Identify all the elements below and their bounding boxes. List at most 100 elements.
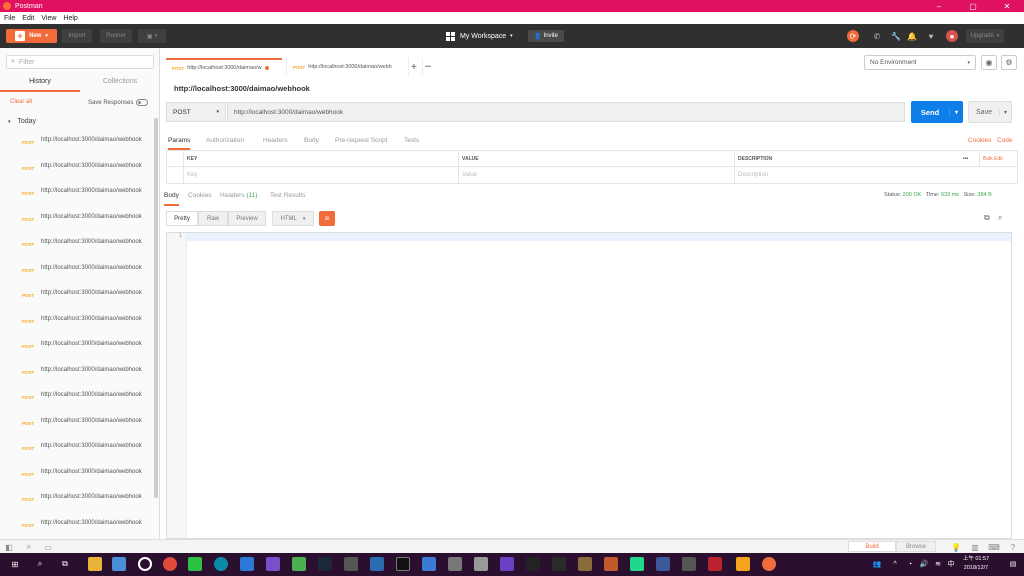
- search-icon[interactable]: ⌕: [24, 542, 34, 552]
- app-icon[interactable]: [552, 557, 566, 571]
- runner-button[interactable]: Runner: [100, 29, 132, 43]
- app-icon[interactable]: [240, 557, 254, 571]
- tray-arrow-icon[interactable]: ^: [888, 557, 902, 571]
- history-item[interactable]: POST http://localhost:3000/daimao/webhook: [0, 158, 153, 184]
- eye-icon[interactable]: ◉: [981, 55, 997, 70]
- menu-edit[interactable]: Edit: [22, 15, 34, 22]
- method-select[interactable]: POST ▾: [166, 102, 226, 122]
- windows-start-icon[interactable]: ⊞: [8, 557, 22, 571]
- heart-icon[interactable]: ♥: [925, 30, 937, 42]
- visual-studio-icon[interactable]: [266, 557, 280, 571]
- app-icon[interactable]: [112, 557, 126, 571]
- minimize-button[interactable]: –: [924, 0, 954, 12]
- terminal-icon[interactable]: [396, 557, 410, 571]
- request-tab[interactable]: POST http://localhost:3000/daimao/webh: [286, 58, 410, 76]
- search-icon[interactable]: ⌕: [33, 557, 47, 571]
- description-input[interactable]: Description: [734, 167, 1017, 184]
- view-pretty-button[interactable]: Pretty: [166, 211, 198, 226]
- tab-body[interactable]: Body: [304, 137, 319, 144]
- history-item[interactable]: POST http://localhost:3000/daimao/webhook: [0, 413, 153, 439]
- wifi-icon[interactable]: ≋: [931, 557, 945, 571]
- ime-icon[interactable]: 中: [944, 557, 958, 571]
- toggle-switch[interactable]: [136, 99, 149, 106]
- history-item[interactable]: POST http://localhost:3000/daimao/webhook: [0, 209, 153, 235]
- app-icon[interactable]: [682, 557, 696, 571]
- url-input[interactable]: http://localhost:3000/daimao/webhook: [227, 102, 905, 122]
- invite-button[interactable]: 👤 Invite: [528, 30, 564, 42]
- tab-tests[interactable]: Tests: [404, 137, 419, 144]
- chrome-icon[interactable]: [163, 557, 177, 571]
- app-icon[interactable]: [422, 557, 436, 571]
- notification-icon[interactable]: ▤: [1006, 557, 1020, 571]
- app-icon[interactable]: [578, 557, 592, 571]
- history-group-today[interactable]: ▾ Today: [8, 118, 36, 125]
- upgrade-button[interactable]: Upgrade ▾: [966, 29, 1004, 43]
- file-explorer-icon[interactable]: [88, 557, 102, 571]
- app-icon[interactable]: [344, 557, 358, 571]
- view-preview-button[interactable]: Preview: [228, 211, 266, 226]
- build-tab[interactable]: Build: [848, 541, 896, 552]
- console-icon[interactable]: ▭: [43, 542, 53, 552]
- people-icon[interactable]: 👥: [870, 557, 884, 571]
- app-icon[interactable]: [474, 557, 488, 571]
- bell-icon[interactable]: 🔔: [906, 30, 918, 42]
- new-tab-button[interactable]: +: [408, 58, 420, 76]
- save-button[interactable]: Save ▾: [968, 101, 1012, 123]
- history-item[interactable]: POST http://localhost:3000/daimao/webhook: [0, 183, 153, 209]
- steam-icon[interactable]: [318, 557, 332, 571]
- import-button[interactable]: Import: [62, 29, 92, 43]
- send-button[interactable]: Send ▾: [911, 101, 963, 123]
- code-link[interactable]: Code: [997, 137, 1013, 144]
- response-tab-headers[interactable]: Headers (11): [220, 192, 257, 199]
- tab-history[interactable]: History: [0, 76, 80, 92]
- response-tab-body[interactable]: Body: [164, 192, 179, 206]
- tab-headers[interactable]: Headers: [263, 137, 288, 144]
- value-input[interactable]: Value: [458, 167, 734, 184]
- app-icon[interactable]: [292, 557, 306, 571]
- volume-icon[interactable]: 🔊: [917, 557, 931, 571]
- save-responses-toggle[interactable]: Save Responses: [88, 99, 149, 106]
- history-item[interactable]: POST http://localhost:3000/daimao/webhook: [0, 132, 153, 158]
- tab-pre-request-script[interactable]: Pre-request Script: [335, 137, 387, 144]
- keyboard-icon[interactable]: ⌨: [988, 542, 1000, 552]
- response-tab-test-results[interactable]: Test Results: [270, 192, 305, 199]
- maximize-button[interactable]: ▢: [958, 0, 988, 12]
- line-icon[interactable]: [188, 557, 202, 571]
- copy-icon[interactable]: ⧉: [984, 213, 990, 223]
- chevron-down-icon[interactable]: ▾: [999, 108, 1011, 116]
- wrench-icon[interactable]: 🔧: [890, 30, 902, 42]
- help-icon[interactable]: ?: [1008, 542, 1018, 552]
- wrap-lines-icon[interactable]: ≡: [319, 211, 335, 226]
- view-raw-button[interactable]: Raw: [198, 211, 228, 226]
- history-item[interactable]: POST http://localhost:3000/daimao/webhook: [0, 234, 153, 260]
- close-button[interactable]: ✕: [992, 0, 1022, 12]
- workspace-switcher[interactable]: My Workspace ▾: [446, 30, 513, 42]
- history-item[interactable]: POST http://localhost:3000/daimao/webhook: [0, 387, 153, 413]
- bootcamp-icon[interactable]: 💡: [951, 542, 961, 552]
- menu-view[interactable]: View: [41, 15, 56, 22]
- history-item[interactable]: POST http://localhost:3000/daimao/webhook: [0, 336, 153, 362]
- task-view-icon[interactable]: ⧉: [58, 557, 72, 571]
- app-icon[interactable]: [448, 557, 462, 571]
- response-tab-cookies[interactable]: Cookies: [188, 192, 211, 199]
- satellite-icon[interactable]: ✆: [871, 30, 883, 42]
- response-body-editor[interactable]: 1: [166, 232, 1012, 539]
- system-clock[interactable]: 上午 01:57 2018/12/7: [958, 555, 994, 573]
- cookies-link[interactable]: Cookies: [968, 137, 991, 144]
- environment-select[interactable]: No Environment ▾: [864, 55, 976, 70]
- avatar[interactable]: ●: [946, 30, 958, 42]
- filezilla-icon[interactable]: [708, 557, 722, 571]
- request-tab-active[interactable]: POST http://localhost:3000/daimao/w: [166, 58, 282, 76]
- new-window-button[interactable]: ▣ ▾: [138, 29, 166, 43]
- history-item[interactable]: POST http://localhost:3000/daimao/webhook: [0, 285, 153, 311]
- tab-authorization[interactable]: Authorization: [206, 137, 244, 144]
- app-icon[interactable]: [138, 557, 152, 571]
- two-pane-icon[interactable]: ▥: [970, 542, 980, 552]
- arduino-icon[interactable]: [214, 557, 228, 571]
- browse-tab[interactable]: Browse: [896, 541, 936, 552]
- app-icon[interactable]: [604, 557, 618, 571]
- key-input[interactable]: Key: [183, 167, 458, 184]
- menu-help[interactable]: Help: [63, 15, 77, 22]
- history-item[interactable]: POST http://localhost:3000/daimao/webhook: [0, 362, 153, 388]
- history-item[interactable]: POST http://localhost:3000/daimao/webhook: [0, 260, 153, 286]
